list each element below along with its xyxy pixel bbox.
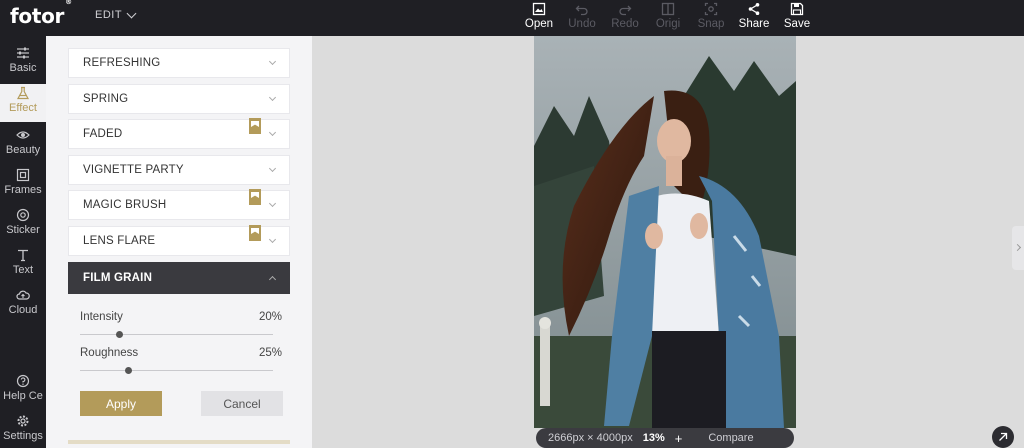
intensity-slider[interactable] bbox=[80, 331, 273, 338]
redo-icon bbox=[619, 5, 632, 16]
chevron-down-icon bbox=[268, 128, 277, 137]
canvas-status-bar: 2666px × 4000px 13% + Compare bbox=[536, 428, 794, 448]
effect-category-refreshing[interactable]: REFRESHING bbox=[68, 48, 290, 78]
sliders-icon bbox=[17, 47, 29, 59]
settings-icon bbox=[17, 415, 29, 427]
chevron-up-icon bbox=[268, 275, 277, 284]
roughness-value: 25% bbox=[258, 347, 282, 359]
original-icon bbox=[661, 2, 675, 16]
intensity-slider-thumb[interactable] bbox=[115, 331, 123, 338]
apply-button[interactable]: Apply bbox=[80, 391, 162, 416]
premium-badge-icon bbox=[249, 189, 261, 205]
expand-arrow-icon bbox=[999, 432, 1008, 441]
sidebar-item-settings[interactable]: Settings bbox=[0, 414, 46, 448]
left-sidebar: Basic Effect Beauty Frames Sticker Text … bbox=[0, 36, 46, 448]
fullscreen-button[interactable] bbox=[992, 426, 1014, 448]
effect-category-vignette-party[interactable]: VIGNETTE PARTY bbox=[68, 155, 290, 185]
undo-icon bbox=[575, 5, 588, 16]
sidebar-item-help[interactable]: Help Ce bbox=[0, 374, 46, 412]
photo-illustration bbox=[534, 36, 796, 428]
toolbar: Open Undo Redo Origi Snap Share Save bbox=[518, 2, 819, 34]
intensity-value: 20% bbox=[258, 311, 282, 323]
compare-button[interactable]: Compare bbox=[708, 432, 753, 444]
effect-category-magic-brush[interactable]: MAGIC BRUSH bbox=[68, 189, 290, 220]
save-icon bbox=[790, 2, 804, 16]
canvas-area: 2666px × 4000px 13% + Compare bbox=[312, 36, 1024, 448]
roughness-slider[interactable] bbox=[80, 367, 273, 374]
sidebar-item-beauty[interactable]: Beauty bbox=[0, 128, 46, 166]
chevron-down-icon bbox=[268, 235, 277, 244]
sidebar-item-basic[interactable]: Basic bbox=[0, 46, 46, 84]
share-button[interactable]: Share bbox=[733, 2, 775, 34]
flask-icon bbox=[16, 86, 30, 100]
sidebar-item-effect[interactable]: Effect bbox=[0, 84, 46, 122]
zoom-in-button[interactable]: + bbox=[675, 431, 683, 446]
snap-button[interactable]: Snap bbox=[690, 2, 732, 34]
roughness-slider-thumb[interactable] bbox=[125, 367, 133, 374]
photo-editor-app: fotor® EDIT Open Undo Redo Origi Snap Sh… bbox=[0, 0, 1024, 448]
snapshot-icon bbox=[704, 2, 718, 16]
sidebar-item-sticker[interactable]: Sticker bbox=[0, 208, 46, 246]
original-button[interactable]: Origi bbox=[647, 2, 689, 34]
chevron-down-icon bbox=[268, 93, 277, 102]
sidebar-item-text[interactable]: Text bbox=[0, 248, 46, 286]
edited-photo[interactable] bbox=[534, 36, 796, 428]
chevron-down-icon bbox=[268, 57, 277, 66]
eye-icon bbox=[16, 131, 30, 139]
zoom-level: 13% bbox=[642, 432, 665, 444]
share-icon bbox=[748, 3, 760, 15]
edit-menu[interactable]: EDIT bbox=[95, 8, 137, 21]
help-icon bbox=[16, 374, 30, 388]
effect-category-spring[interactable]: SPRING bbox=[68, 84, 290, 114]
image-dimensions: 2666px × 4000px bbox=[548, 432, 633, 444]
undo-button[interactable]: Undo bbox=[561, 2, 603, 34]
premium-badge-icon bbox=[249, 118, 261, 134]
text-icon bbox=[18, 249, 28, 262]
effect-category-lens-flare[interactable]: LENS FLARE bbox=[68, 225, 290, 256]
sticker-icon bbox=[16, 208, 30, 222]
sidebar-item-frames[interactable]: Frames bbox=[0, 168, 46, 206]
effect-category-film-grain[interactable]: FILM GRAIN bbox=[68, 262, 290, 294]
open-button[interactable]: Open bbox=[518, 2, 560, 34]
cancel-button[interactable]: Cancel bbox=[201, 391, 283, 416]
premium-badge-icon bbox=[249, 225, 261, 241]
chevron-down-icon bbox=[126, 8, 137, 18]
roughness-label: Roughness bbox=[80, 347, 139, 359]
effects-panel: REFRESHING SPRING FADED VIGNETTE PARTY M… bbox=[46, 36, 312, 448]
effect-category-faded[interactable]: FADED bbox=[68, 118, 290, 149]
chevron-down-icon bbox=[268, 164, 277, 173]
redo-button[interactable]: Redo bbox=[604, 2, 646, 34]
edit-menu-label: EDIT bbox=[95, 9, 123, 21]
cloud-icon bbox=[16, 290, 30, 300]
intensity-label: Intensity bbox=[80, 311, 123, 323]
open-image-icon bbox=[532, 2, 546, 16]
chevron-down-icon bbox=[268, 199, 277, 208]
panel-footer-divider bbox=[68, 440, 290, 444]
right-panel-toggle[interactable] bbox=[1012, 226, 1024, 270]
sidebar-item-cloud[interactable]: Cloud bbox=[0, 288, 46, 326]
save-button[interactable]: Save bbox=[776, 2, 818, 34]
top-bar: fotor® EDIT Open Undo Redo Origi Snap Sh… bbox=[0, 0, 1024, 36]
fotor-logo[interactable]: fotor® bbox=[10, 0, 72, 28]
frame-icon bbox=[16, 168, 30, 182]
